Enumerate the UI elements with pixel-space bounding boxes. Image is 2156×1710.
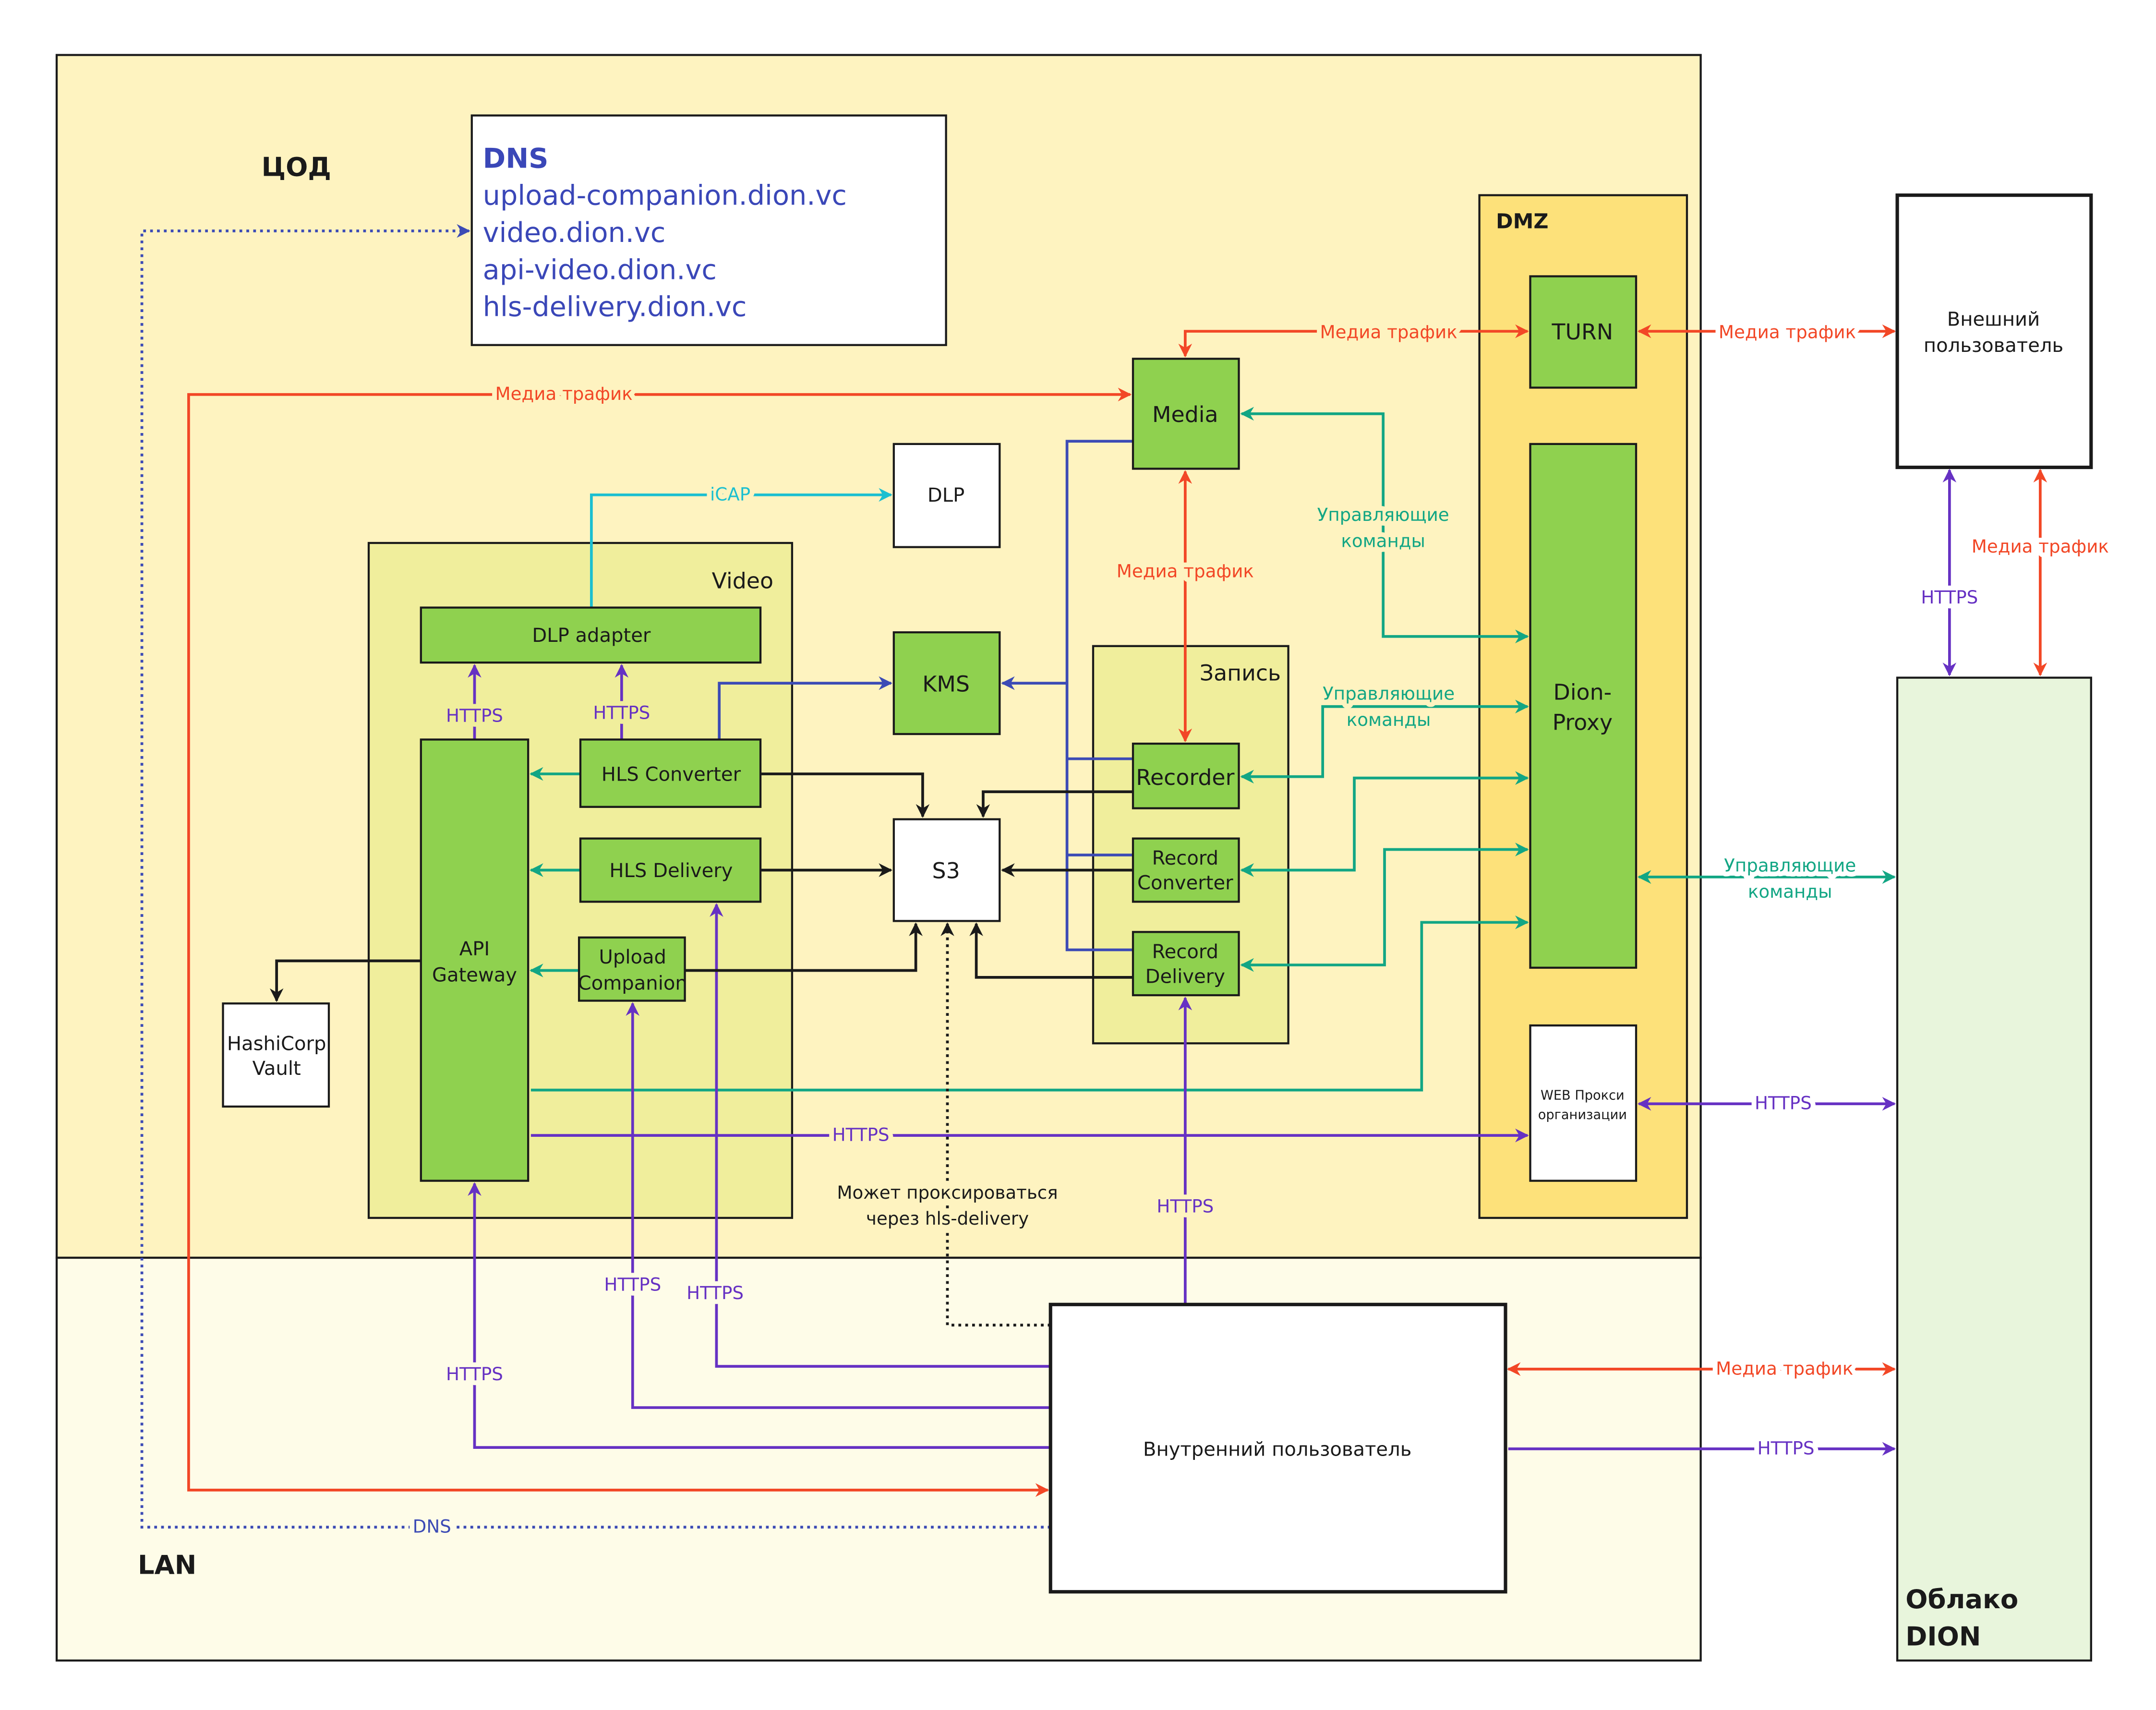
node-recorder[interactable]: Recorder <box>1132 742 1240 809</box>
zone-video-label: Video <box>712 568 773 594</box>
label-media-traffic: Медиа трафик <box>1320 321 1457 342</box>
label-https: HTTPS <box>1758 1437 1815 1458</box>
node-web-proxy[interactable]: WEB Прокси организации <box>1529 1024 1638 1182</box>
label-https: HTTPS <box>593 702 650 723</box>
node-label: KMS <box>922 671 970 697</box>
node-record-converter[interactable]: Record Converter <box>1132 837 1240 903</box>
node-external-user[interactable]: Внешний пользователь <box>1895 193 2093 470</box>
label-media-traffic: Медиа трафик <box>1716 1358 1853 1379</box>
architecture-diagram: ЦОД LAN DMZ Video Запись Облако DION DNS … <box>55 54 2114 1662</box>
node-dlp[interactable]: DLP <box>892 443 1001 548</box>
label-https: HTTPS <box>1921 587 1978 608</box>
node-label: TURN <box>1552 319 1614 345</box>
label-icap: iCAP <box>710 483 750 505</box>
node-dlp-adapter[interactable]: DLP adapter <box>420 606 762 664</box>
node-s3[interactable]: S3 <box>892 818 1001 922</box>
label-media-traffic: Медиа трафик <box>1719 321 1856 342</box>
node-label: Внутренний пользователь <box>1143 1438 1411 1460</box>
label-dns: DNS <box>413 1516 451 1537</box>
node-media[interactable]: Media <box>1132 358 1240 470</box>
node-api-gateway[interactable]: API Gateway <box>420 738 530 1182</box>
node-hls-delivery[interactable]: HLS Delivery <box>579 837 762 903</box>
node-label: HLS Delivery <box>609 860 733 882</box>
label-media-traffic: Медиа трафик <box>1117 561 1254 582</box>
node-upload-companion[interactable]: Upload Companion <box>578 936 687 1002</box>
label-media-traffic: Медиа трафик <box>1972 536 2109 557</box>
node-record-delivery[interactable]: Record Delivery <box>1132 931 1240 997</box>
node-hashicorp-vault[interactable]: HashiCorp Vault <box>222 1002 330 1108</box>
zone-cod-label: ЦОД <box>262 152 331 182</box>
label-https: HTTPS <box>446 705 503 726</box>
label-https: HTTPS <box>687 1282 744 1303</box>
label-https: HTTPS <box>604 1274 661 1295</box>
zone-cloud-dion <box>1896 676 2092 1662</box>
label-https: HTTPS <box>832 1124 890 1145</box>
label-https: HTTPS <box>1755 1093 1812 1114</box>
zone-dmz-label: DMZ <box>1496 209 1549 233</box>
dns-entry: api-video.dion.vc <box>483 253 717 286</box>
node-dion-proxy[interactable]: Dion-Proxy <box>1529 443 1638 969</box>
label-media-traffic: Медиа трафик <box>495 383 633 404</box>
node-internal-user[interactable]: Внутренний пользователь <box>1048 1302 1507 1594</box>
node-label: Recorder <box>1136 764 1234 790</box>
node-label: Media <box>1152 401 1218 427</box>
label-https: HTTPS <box>1156 1195 1214 1216</box>
dns-entry: upload-companion.dion.vc <box>483 180 847 212</box>
dns-entry: video.dion.vc <box>483 217 666 249</box>
dns-entry: hls-delivery.dion.vc <box>483 291 747 323</box>
dns-title: DNS <box>483 142 549 174</box>
node-label: DLP adapter <box>532 625 650 647</box>
node-hls-converter[interactable]: HLS Converter <box>579 738 762 808</box>
node-label: S3 <box>932 858 960 884</box>
node-turn[interactable]: TURN <box>1529 275 1638 389</box>
zone-record-label: Запись <box>1200 660 1281 686</box>
node-label: DLP <box>927 484 964 506</box>
label-https: HTTPS <box>446 1363 503 1385</box>
node-label: HLS Converter <box>602 763 741 785</box>
node-kms[interactable]: KMS <box>892 631 1001 735</box>
zone-lan-label: LAN <box>138 1550 196 1580</box>
